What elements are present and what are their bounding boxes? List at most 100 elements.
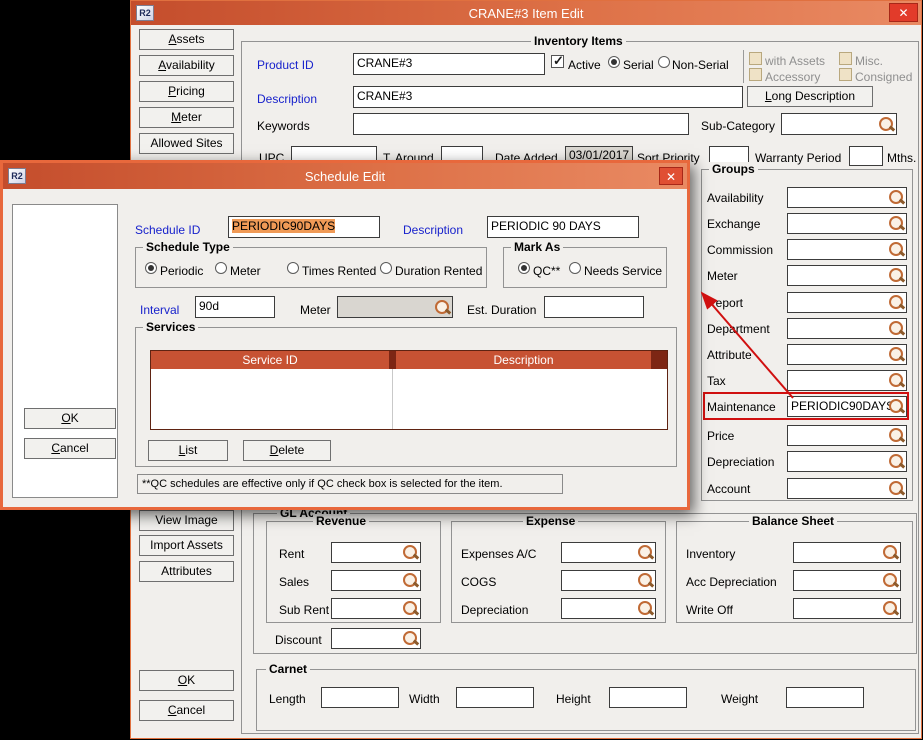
search-icon[interactable]	[402, 572, 419, 589]
sidebar-button-view-image[interactable]: View Image	[139, 510, 234, 531]
search-icon[interactable]	[888, 215, 905, 232]
duration-rented-radio[interactable]	[380, 262, 392, 274]
group-account-input[interactable]	[787, 478, 907, 499]
weight-input[interactable]	[786, 687, 864, 708]
search-icon[interactable]	[637, 544, 654, 561]
search-icon[interactable]	[888, 267, 905, 284]
delete-button[interactable]: Delete	[243, 440, 331, 461]
qc-radio[interactable]	[518, 262, 530, 274]
width-input[interactable]	[456, 687, 534, 708]
search-icon[interactable]	[878, 116, 895, 133]
group-availability-input[interactable]	[787, 187, 907, 208]
close-icon[interactable]: ✕	[889, 3, 918, 22]
services-table-body[interactable]	[151, 369, 667, 429]
group-attribute-input[interactable]	[787, 344, 907, 365]
sidebar-button-pricing[interactable]: Pricing	[139, 81, 234, 102]
needs-service-radio[interactable]	[569, 262, 581, 274]
group-account-label: Account	[707, 482, 750, 496]
search-icon[interactable]	[888, 427, 905, 444]
sub-category-input[interactable]	[781, 113, 897, 135]
description-input[interactable]: CRANE#3	[353, 86, 743, 108]
group-commission-input[interactable]	[787, 239, 907, 260]
dialog-ok-button[interactable]: OK	[24, 408, 116, 429]
accessory-checkbox[interactable]	[749, 68, 762, 81]
search-icon[interactable]	[637, 600, 654, 617]
depreciation-expense-input[interactable]	[561, 598, 656, 619]
cancel-button[interactable]: Cancel	[139, 700, 234, 721]
inventory-input[interactable]	[793, 542, 901, 563]
keywords-input[interactable]	[353, 113, 689, 135]
search-icon[interactable]	[888, 453, 905, 470]
acc-depreciation-input[interactable]	[793, 570, 901, 591]
group-department-input[interactable]	[787, 318, 907, 339]
search-icon[interactable]	[402, 544, 419, 561]
search-icon[interactable]	[402, 600, 419, 617]
sidebar-button-allowed-sites[interactable]: Allowed Sites	[139, 133, 234, 154]
inventory-items-title: Inventory Items	[531, 34, 626, 48]
discount-input[interactable]	[331, 628, 421, 649]
list-button[interactable]: List	[148, 440, 228, 461]
serial-radio[interactable]	[608, 56, 620, 68]
interval-input[interactable]: 90d	[195, 296, 275, 318]
search-icon[interactable]	[434, 299, 451, 316]
search-icon[interactable]	[637, 572, 654, 589]
cogs-input[interactable]	[561, 570, 656, 591]
sidebar-button-attributes[interactable]: Attributes	[139, 561, 234, 582]
sidebar-button-import-assets[interactable]: Import Assets	[139, 535, 234, 556]
group-maintenance-input[interactable]: PERIODIC90DAYS	[787, 396, 907, 417]
ok-button[interactable]: OK	[139, 670, 234, 691]
search-icon[interactable]	[888, 398, 905, 415]
height-input[interactable]	[609, 687, 687, 708]
schedule-description-input[interactable]: PERIODIC 90 DAYS	[487, 216, 639, 238]
long-description-button[interactable]: Long Description	[747, 86, 873, 107]
group-price-input[interactable]	[787, 425, 907, 446]
warranty-period-input[interactable]	[849, 146, 883, 166]
search-icon[interactable]	[888, 480, 905, 497]
search-icon[interactable]	[888, 372, 905, 389]
search-icon[interactable]	[888, 294, 905, 311]
group-report-input[interactable]	[787, 292, 907, 313]
search-icon[interactable]	[888, 241, 905, 258]
group-tax-input[interactable]	[787, 370, 907, 391]
meter-radio[interactable]	[215, 262, 227, 274]
rent-input[interactable]	[331, 542, 421, 563]
times-rented-radio[interactable]	[287, 262, 299, 274]
dialog-cancel-button[interactable]: Cancel	[24, 438, 116, 459]
group-meter-input[interactable]	[787, 265, 907, 286]
with-assets-checkbox[interactable]	[749, 52, 762, 65]
services-title: Services	[143, 320, 198, 334]
search-icon[interactable]	[882, 572, 899, 589]
consigned-checkbox[interactable]	[839, 68, 852, 81]
periodic-radio[interactable]	[145, 262, 157, 274]
active-checkbox[interactable]	[551, 55, 564, 68]
group-price-label: Price	[707, 429, 734, 443]
group-exchange-input[interactable]	[787, 213, 907, 234]
schedule-edit-dialog: R2 Schedule Edit ✕ OK Cancel Schedule ID…	[0, 160, 690, 510]
sidebar-button-availability[interactable]: Availability	[139, 55, 234, 76]
width-label: Width	[409, 692, 440, 706]
search-icon[interactable]	[882, 600, 899, 617]
sub-rent-input[interactable]	[331, 598, 421, 619]
group-meter-label: Meter	[707, 269, 738, 283]
est-duration-input[interactable]	[544, 296, 644, 318]
sidebar-button-meter[interactable]: Meter	[139, 107, 234, 128]
app-icon: R2	[136, 5, 154, 21]
group-commission-label: Commission	[707, 243, 773, 257]
search-icon[interactable]	[888, 189, 905, 206]
search-icon[interactable]	[888, 320, 905, 337]
sidebar-button-assets[interactable]: Assets	[139, 29, 234, 50]
groups-title: Groups	[709, 162, 758, 176]
expenses-ac-input[interactable]	[561, 542, 656, 563]
search-icon[interactable]	[402, 630, 419, 647]
sales-input[interactable]	[331, 570, 421, 591]
product-id-input[interactable]: CRANE#3	[353, 53, 545, 75]
length-input[interactable]	[321, 687, 399, 708]
search-icon[interactable]	[882, 544, 899, 561]
group-depreciation-input[interactable]	[787, 451, 907, 472]
non-serial-radio[interactable]	[658, 56, 670, 68]
write-off-input[interactable]	[793, 598, 901, 619]
search-icon[interactable]	[888, 346, 905, 363]
misc-checkbox[interactable]	[839, 52, 852, 65]
schedule-id-input[interactable]: PERIODIC90DAYS	[228, 216, 380, 238]
close-icon[interactable]: ✕	[659, 167, 683, 185]
